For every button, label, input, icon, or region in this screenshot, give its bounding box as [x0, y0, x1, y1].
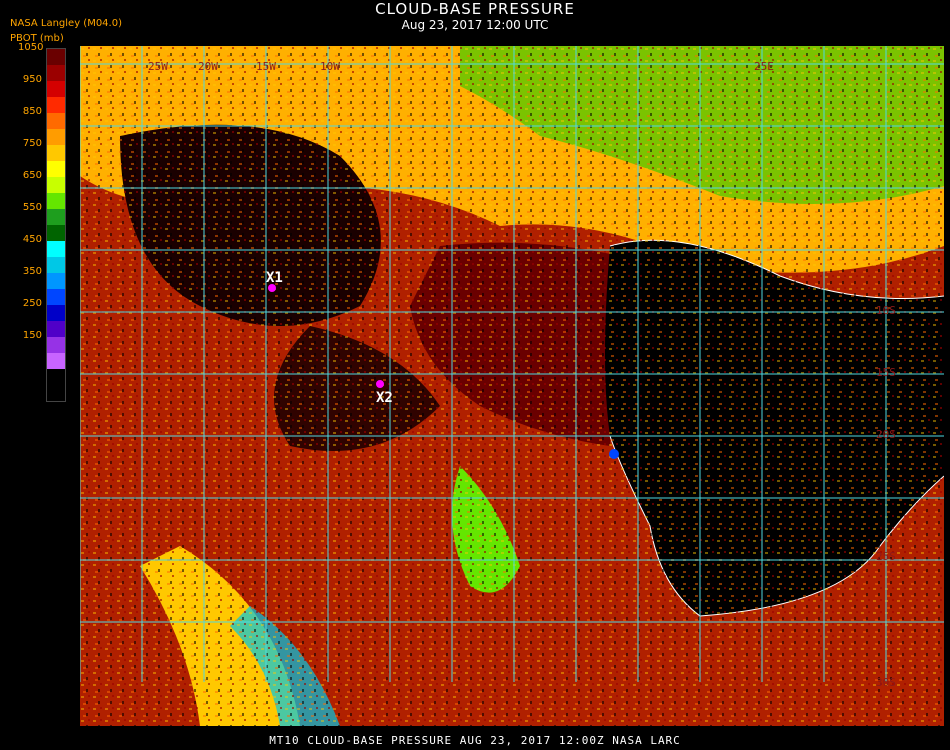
color-bar-segment: [47, 193, 65, 209]
color-bar-segment: [47, 113, 65, 129]
cloud-base-map: 25W 20W 15W 10W 25E 10S 15S 20S 25S 30S …: [80, 46, 944, 726]
lon-label-20w: 20W: [198, 60, 218, 73]
color-bar-segment: [47, 209, 65, 225]
color-bar-segment: [47, 65, 65, 81]
color-bar-segment: [47, 49, 65, 65]
color-bar-segment: [47, 321, 65, 337]
texture-overlay: [80, 46, 944, 726]
lon-label-25e: 25E: [754, 60, 774, 73]
map-subtitle: Aug 23, 2017 12:00 UTC: [401, 18, 549, 32]
lat-label-15s: 15S: [876, 366, 896, 379]
color-bar-tick: 1050: [18, 42, 44, 53]
color-bar-segment: [47, 161, 65, 177]
color-bar-segment: [47, 129, 65, 145]
color-bar-tick: 550: [22, 202, 42, 213]
site-x2-marker: [376, 380, 384, 388]
color-bar-segment: [47, 305, 65, 321]
org-label: NASA Langley (M04.0): [10, 18, 122, 29]
site-x2-label: X2: [376, 390, 393, 406]
color-bar-segment: [47, 353, 65, 369]
footer-caption: MT10 CLOUD-BASE PRESSURE AUG 23, 2017 12…: [269, 734, 681, 747]
lat-label-20s: 20S: [876, 428, 896, 441]
color-bar-segment: [47, 289, 65, 305]
color-bar-segment: [47, 145, 65, 161]
lon-label-10w: 10W: [320, 60, 340, 73]
color-bar-segment: [47, 241, 65, 257]
color-bar-segment: [47, 97, 65, 113]
color-bar-segment: [47, 177, 65, 193]
color-bar-segment: [47, 337, 65, 353]
color-bar-segment: [47, 257, 65, 273]
color-bar-segment: [47, 81, 65, 97]
color-bar-segment: [47, 273, 65, 289]
site-x1-label: X1: [266, 270, 283, 286]
color-bar-tick: 650: [22, 170, 42, 181]
color-bar-tick: 750: [22, 138, 42, 149]
map-title: CLOUD-BASE PRESSURE: [375, 0, 575, 18]
lat-label-10s: 10S: [876, 304, 896, 317]
color-bar-tick: 950: [22, 74, 42, 85]
station-marker: [609, 449, 619, 459]
color-bar-tick: 450: [22, 234, 42, 245]
lat-label-30s: 30S: [876, 676, 896, 689]
lat-label-25s: 25S: [876, 550, 896, 563]
color-bar-tick: 850: [22, 106, 42, 117]
color-bar: [46, 48, 66, 402]
color-bar-tick: 150: [22, 330, 42, 341]
color-bar-tick: 350: [22, 266, 42, 277]
lon-label-15w: 15W: [256, 60, 276, 73]
color-bar-tick: 250: [22, 298, 42, 309]
color-bar-segment: [47, 225, 65, 241]
lon-label-25w: 25W: [148, 60, 168, 73]
